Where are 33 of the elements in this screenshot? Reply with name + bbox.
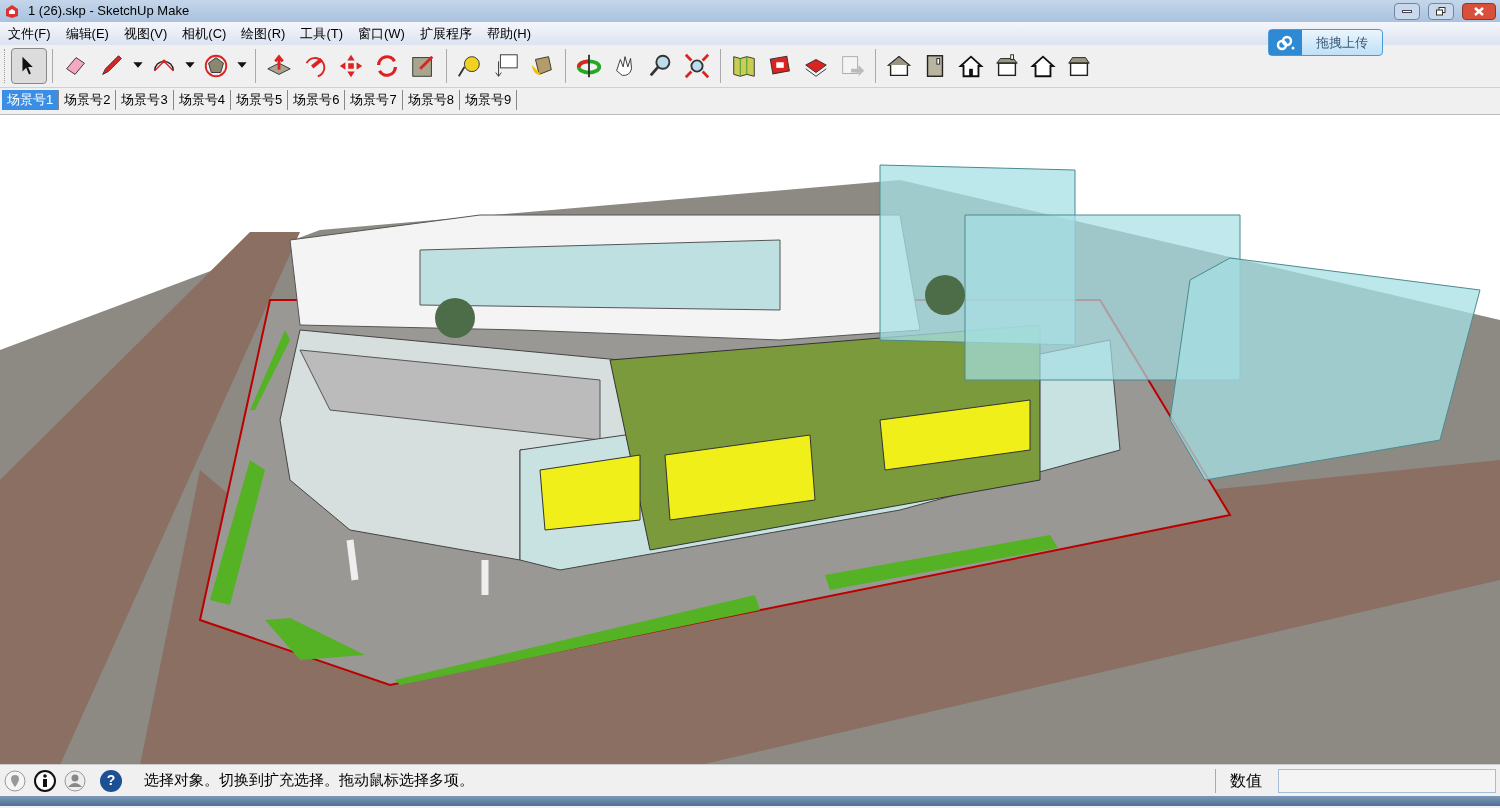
close-button[interactable] [1462,2,1496,20]
app-logo-icon [4,3,20,19]
status-message: 选择对象。切换到扩充选择。拖动鼠标选择多项。 [144,770,474,791]
menu-item[interactable]: 视图(V) [123,23,168,44]
upload-button[interactable]: 拖拽上传 [1268,29,1383,56]
menu-item[interactable]: 文件(F) [8,23,51,44]
menu-item[interactable]: 绘图(R) [241,23,286,44]
scene-tab[interactable]: 场景号3 [116,90,174,110]
scene-tab[interactable]: 场景号4 [173,90,231,110]
menu-item[interactable]: 扩展程序 [419,23,472,44]
info-icon[interactable] [34,769,56,792]
restore-icon [1436,6,1446,16]
minimize-button[interactable] [1394,2,1420,20]
measurements-field[interactable] [1278,768,1496,793]
menu-item[interactable]: 帮助(H) [486,23,531,44]
scene-tab[interactable]: 场景号8 [402,90,460,110]
scene-tab[interactable]: 场景号7 [345,90,403,110]
menu-item[interactable]: 工具(T) [300,23,343,44]
close-icon [1474,6,1484,16]
scene-tab[interactable]: 场景号2 [59,90,117,110]
help-icon[interactable]: ? [100,769,122,792]
location-pin-icon[interactable] [4,769,26,792]
scene-tab[interactable]: 场景号5 [230,90,289,110]
cloud-link-icon [1275,34,1296,51]
window-title: 1 (26).skp - SketchUp Make [28,2,190,21]
menu-item[interactable]: 相机(C) [182,23,227,44]
scene-tab[interactable]: 场景号9 [459,90,518,110]
restore-button[interactable] [1428,2,1454,20]
scene-tab[interactable]: 场景号6 [288,90,346,110]
measurements-label: 数值 [1215,768,1262,793]
user-icon[interactable] [64,769,86,792]
menu-item[interactable]: 窗口(W) [358,23,405,44]
menu-item[interactable]: 编辑(E) [65,23,109,44]
